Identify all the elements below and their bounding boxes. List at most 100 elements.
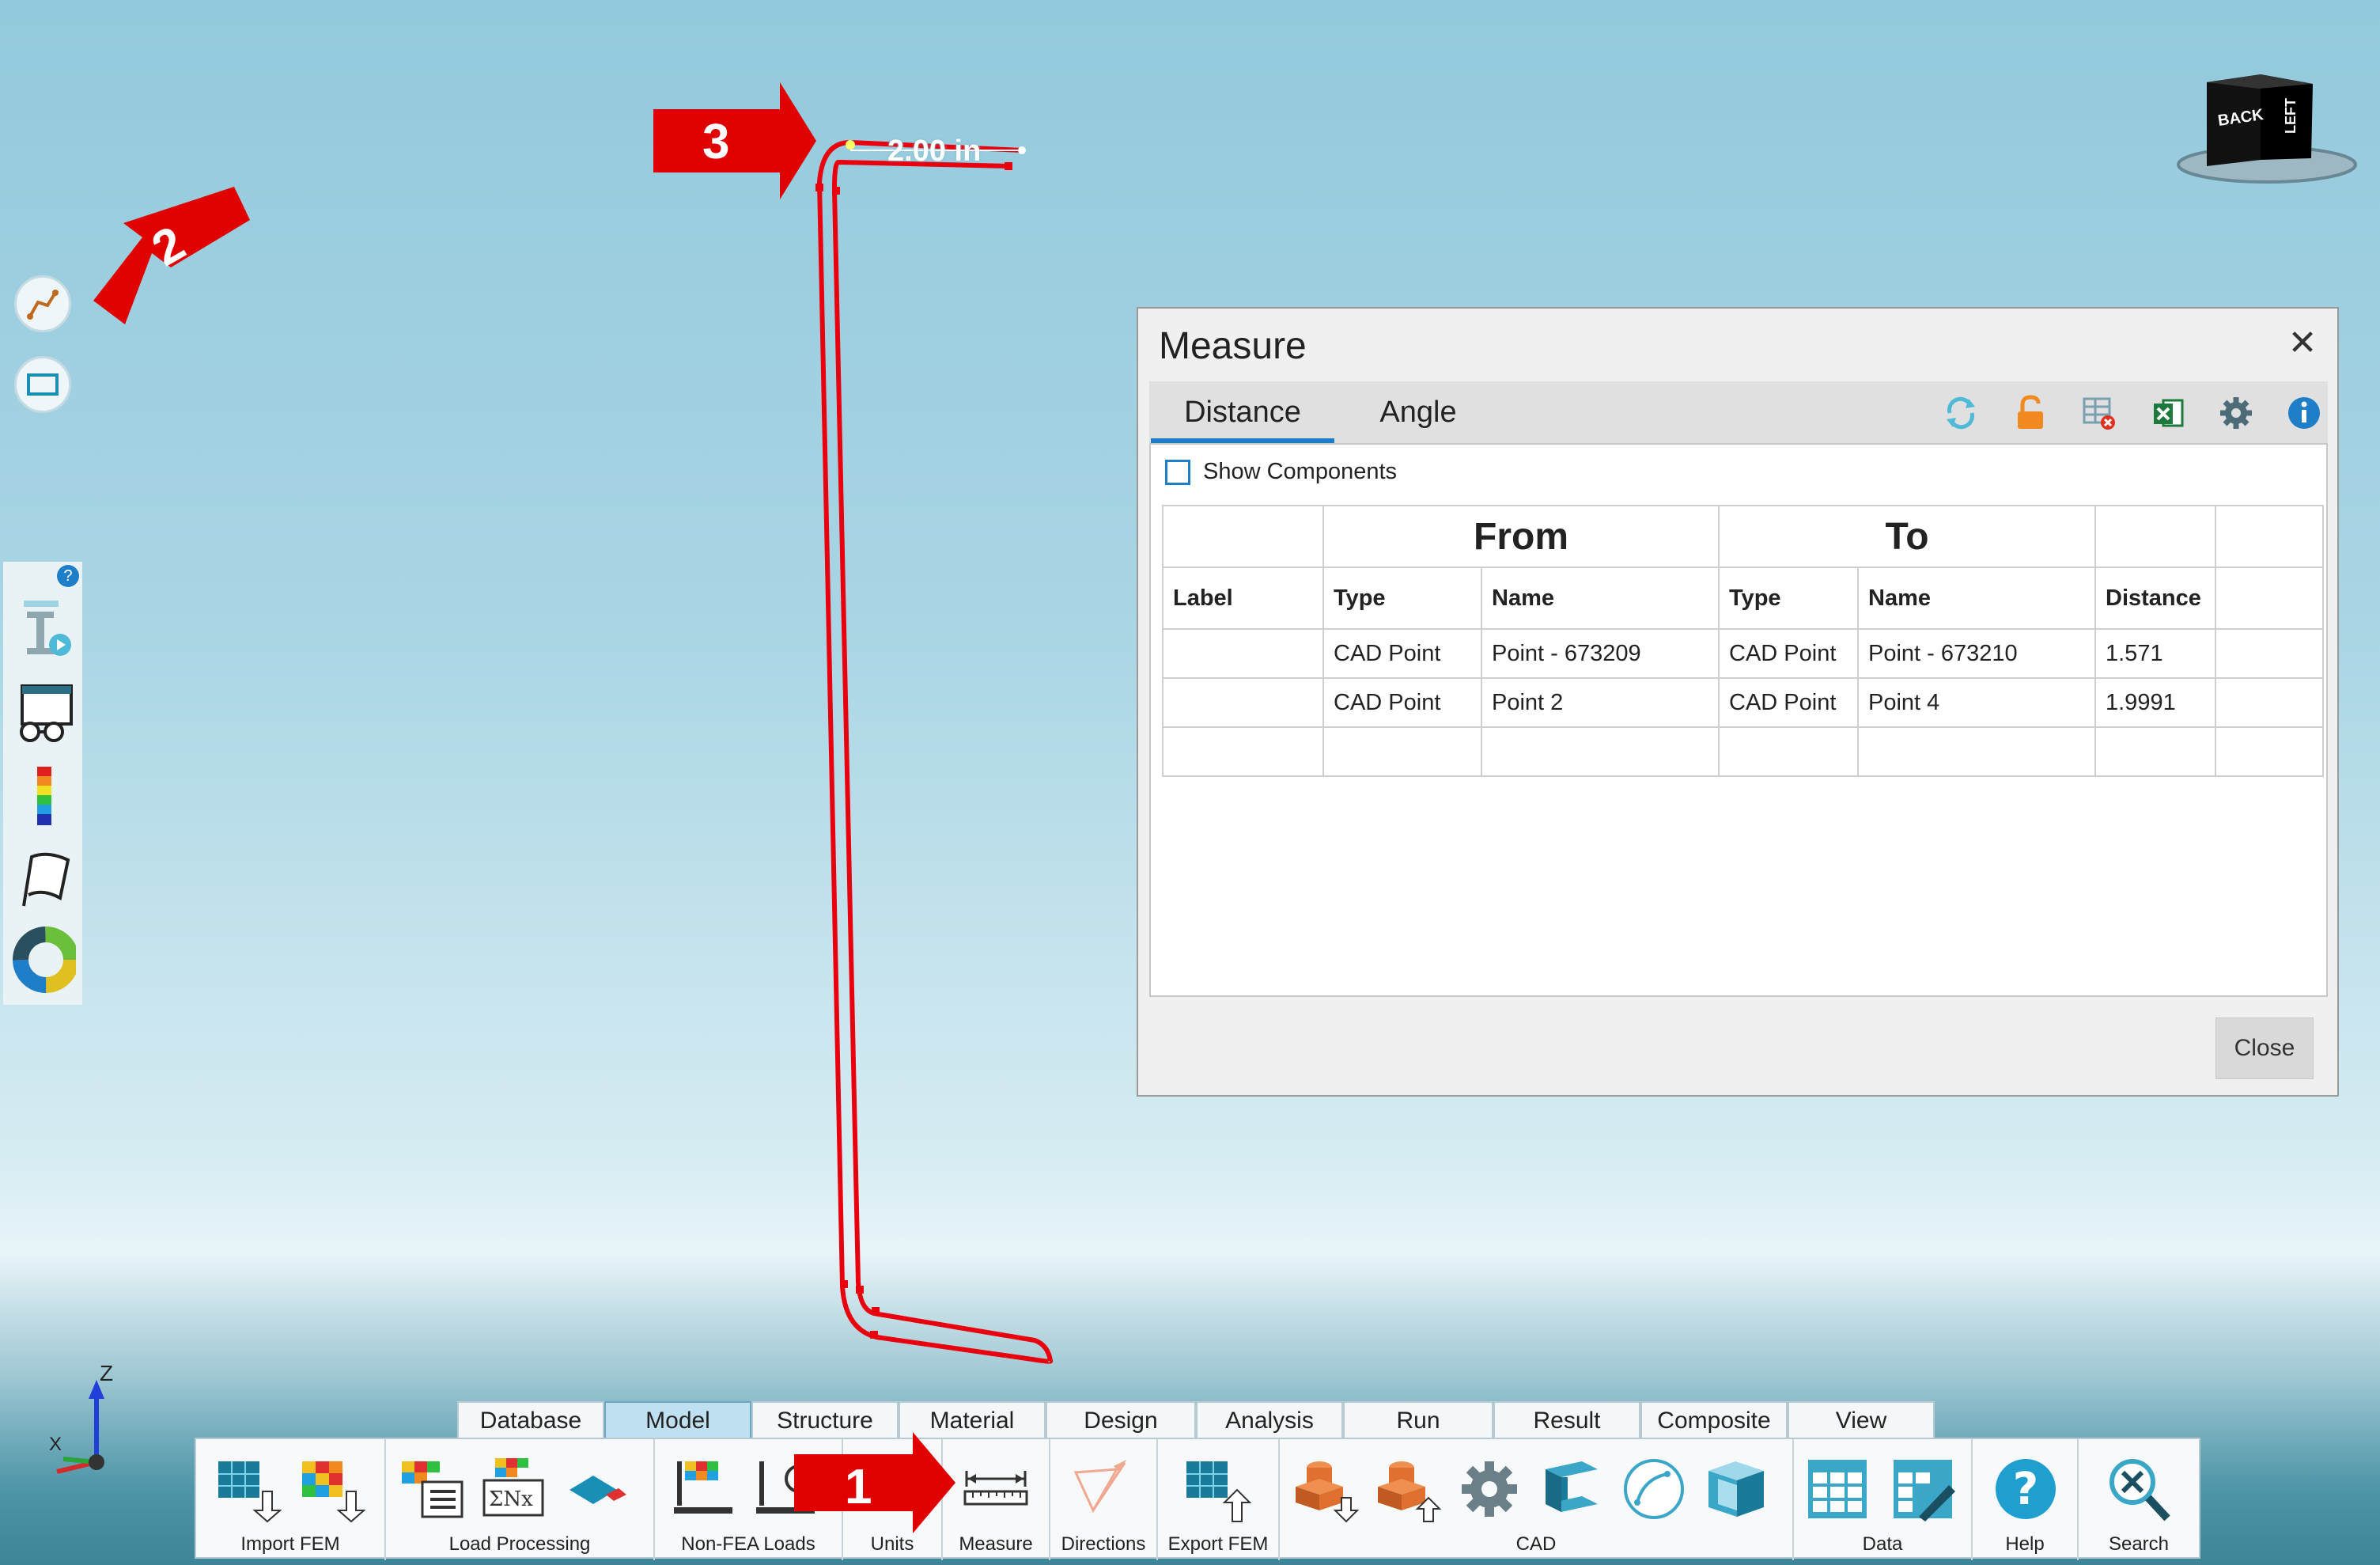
tab-run[interactable]: Run: [1343, 1401, 1493, 1438]
show-components-checkbox[interactable]: Show Components: [1165, 459, 1397, 485]
dialog-body: Show Components From To Label Type Name …: [1149, 443, 2328, 997]
table-row[interactable]: CAD Point Point 2 CAD Point Point 4 1.99…: [1162, 677, 2324, 728]
measure-start-point: [846, 140, 855, 150]
column-header-to-name[interactable]: Name: [1857, 567, 2096, 630]
cad-beam-icon[interactable]: [1538, 1455, 1606, 1523]
cad-curve-icon[interactable]: [1620, 1455, 1688, 1523]
tab-composite[interactable]: Composite: [1640, 1401, 1788, 1438]
search-icon[interactable]: [2104, 1455, 2172, 1523]
column-header-label[interactable]: Label: [1162, 567, 1324, 630]
close-icon[interactable]: ✕: [2285, 326, 2320, 361]
measure-dialog: Measure ✕ Distance Angle Show Components…: [1137, 307, 2339, 1097]
view-glasses-icon[interactable]: [13, 677, 76, 748]
tab-result[interactable]: Result: [1493, 1401, 1640, 1438]
tab-model[interactable]: Model: [604, 1401, 751, 1438]
refresh-icon[interactable]: [1940, 392, 1981, 434]
color-legend-icon[interactable]: [13, 761, 76, 832]
tab-distance[interactable]: Distance: [1151, 381, 1334, 443]
group-search: Search: [2079, 1439, 2199, 1560]
flag-icon[interactable]: [13, 843, 76, 915]
cell-from-type[interactable]: CAD Point: [1322, 628, 1482, 679]
cell-from-type[interactable]: CAD Point: [1322, 677, 1482, 728]
group-header-to: To: [1718, 505, 2096, 568]
axis-x-label: X: [49, 1434, 62, 1455]
group-label-measure: Measure: [959, 1533, 1033, 1555]
checkbox-box[interactable]: [1165, 459, 1190, 485]
cell-label[interactable]: [1162, 628, 1324, 679]
info-icon[interactable]: [2284, 392, 2325, 434]
settings-icon[interactable]: [2215, 392, 2257, 434]
export-mesh-icon[interactable]: [1183, 1455, 1252, 1523]
close-button[interactable]: Close: [2215, 1017, 2314, 1079]
dimension-label: 2.00 in: [887, 135, 982, 168]
table-header-row: Label Type Name Type Name Distance: [1162, 567, 2324, 630]
cell-to-name[interactable]: Point - 673210: [1857, 628, 2096, 679]
show-components-label: Show Components: [1203, 459, 1398, 484]
cad-surface-icon[interactable]: [1702, 1455, 1770, 1523]
view-cube-left[interactable]: LEFT: [2283, 98, 2299, 134]
dialog-tabbar: Distance Angle: [1149, 381, 2328, 443]
app-window: { "viewport": { "dimension_label": "2.00…: [0, 0, 2380, 1565]
delete-table-icon[interactable]: [2078, 392, 2119, 434]
help-icon[interactable]: ?: [1992, 1455, 2060, 1523]
cell-label[interactable]: [1162, 677, 1324, 728]
cad-import-icon[interactable]: [1291, 1455, 1360, 1523]
cell-from-name[interactable]: Point - 673209: [1481, 628, 1720, 679]
tab-analysis[interactable]: Analysis: [1196, 1401, 1343, 1438]
column-header-to-type[interactable]: Type: [1718, 567, 1859, 630]
z-profile-outline: [817, 140, 1054, 1364]
group-label-cad: CAD: [1515, 1533, 1557, 1555]
tab-view[interactable]: View: [1788, 1401, 1935, 1438]
cad-settings-icon[interactable]: [1455, 1455, 1523, 1523]
sum-nxe-icon[interactable]: ΣNx: [479, 1455, 547, 1523]
group-label-export-fem: Export FEM: [1167, 1533, 1269, 1555]
group-label-directions: Directions: [1061, 1533, 1146, 1555]
measure-table: From To Label Type Name Type Name Distan…: [1162, 505, 2324, 777]
data-table-icon[interactable]: [1803, 1455, 1871, 1523]
svg-text:ΣNx: ΣNx: [489, 1487, 533, 1511]
column-header-distance[interactable]: Distance: [2094, 567, 2216, 630]
group-label-help: Help: [2005, 1533, 2045, 1555]
data-edit-icon[interactable]: [1889, 1455, 1957, 1523]
cell-to-name[interactable]: Point 4: [1857, 677, 2096, 728]
load-case-list-icon[interactable]: [399, 1455, 467, 1523]
import-mesh-icon[interactable]: [214, 1455, 282, 1523]
directions-icon[interactable]: [1069, 1455, 1137, 1523]
polyline-measure-icon[interactable]: [14, 275, 71, 332]
non-fea-load-icon[interactable]: [671, 1455, 739, 1523]
tab-angle[interactable]: Angle: [1347, 381, 1489, 443]
group-directions: Directions: [1050, 1439, 1158, 1560]
rectangle-select-icon[interactable]: [14, 356, 71, 413]
ribbon-tabs: Database Model Structure Material Design…: [457, 1401, 1935, 1438]
tab-database[interactable]: Database: [457, 1401, 604, 1438]
lock-icon[interactable]: [2010, 392, 2051, 434]
axis-triad: Z X: [40, 1361, 127, 1480]
load-transfer-icon[interactable]: [563, 1455, 631, 1523]
group-label-load-processing: Load Processing: [448, 1533, 591, 1555]
group-label-import-fem: Import FEM: [240, 1533, 340, 1555]
tab-design[interactable]: Design: [1046, 1401, 1196, 1438]
cad-export-icon[interactable]: [1373, 1455, 1442, 1523]
help-badge[interactable]: ?: [57, 565, 79, 587]
column-header-from-name[interactable]: Name: [1481, 567, 1720, 630]
table-row-empty[interactable]: [1162, 726, 2324, 777]
table-row[interactable]: CAD Point Point - 673209 CAD Point Point…: [1162, 628, 2324, 679]
cell-to-type[interactable]: CAD Point: [1718, 677, 1859, 728]
measure-end-point: [1018, 146, 1026, 154]
view-cube[interactable]: BACK LEFT: [2172, 71, 2362, 190]
cell-to-type[interactable]: CAD Point: [1718, 628, 1859, 679]
ribbon: Import FEM ΣNx Load Processing Non-FEA L…: [195, 1438, 2200, 1560]
cell-distance[interactable]: 1.571: [2094, 628, 2216, 679]
axis-z-label: Z: [100, 1361, 114, 1385]
color-wheel-icon[interactable]: [13, 924, 76, 995]
measure-ruler-icon[interactable]: [962, 1455, 1030, 1523]
annotation-arrow-3: [653, 82, 816, 199]
column-header-from-type[interactable]: Type: [1322, 567, 1482, 630]
cell-distance[interactable]: 1.9991: [2094, 677, 2216, 728]
group-label-search: Search: [2108, 1533, 2170, 1555]
cell-from-name[interactable]: Point 2: [1481, 677, 1720, 728]
group-label-data: Data: [1862, 1533, 1903, 1555]
excel-icon[interactable]: [2147, 392, 2189, 434]
section-cut-icon[interactable]: [13, 593, 76, 665]
import-results-icon[interactable]: [297, 1455, 366, 1523]
